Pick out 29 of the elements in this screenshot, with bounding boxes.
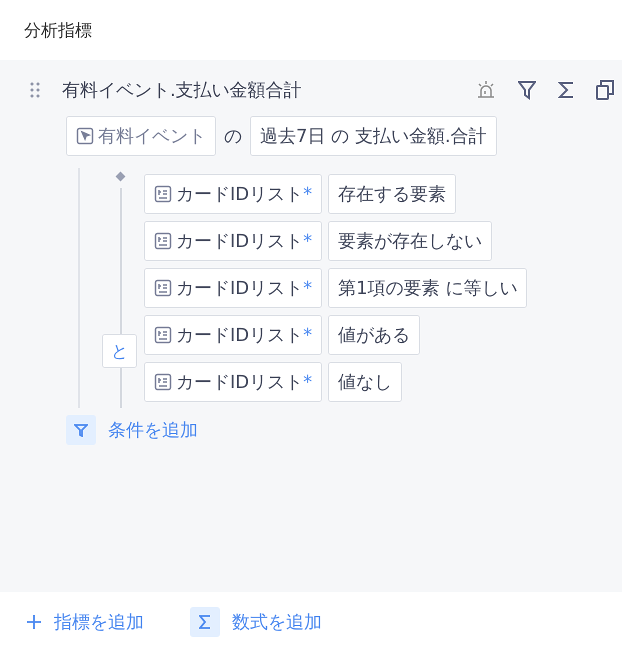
list-icon	[154, 373, 172, 391]
list-icon	[154, 326, 172, 344]
list-icon	[154, 279, 172, 297]
operator-selector[interactable]: 値がある	[328, 315, 420, 355]
measure-selector[interactable]: 過去7日 の 支払い金額.合計	[250, 116, 497, 156]
operator-selector[interactable]: 第1項の要素 に等しい	[328, 268, 528, 308]
list-icon	[154, 185, 172, 203]
joiner-text: の	[224, 125, 242, 148]
field-selector[interactable]: カードIDリスト*	[144, 315, 322, 355]
filter-icon[interactable]	[66, 415, 96, 445]
plus-icon[interactable]	[26, 614, 42, 630]
list-icon	[154, 232, 172, 250]
field-selector[interactable]: カードIDリスト*	[144, 268, 322, 308]
sigma-icon[interactable]	[190, 607, 220, 637]
operator-selector[interactable]: 要素が存在しない	[328, 221, 492, 261]
filter-icon[interactable]	[518, 80, 536, 100]
cursor-icon	[76, 127, 94, 145]
metric-title: 有料イベント.支払い金額合計	[62, 79, 303, 102]
alarm-icon[interactable]	[476, 80, 496, 100]
section-title: 分析指標	[23, 20, 93, 42]
drag-handle-icon[interactable]	[30, 82, 40, 98]
operator-selector[interactable]: 値なし	[328, 362, 402, 402]
field-selector[interactable]: カードIDリスト*	[144, 174, 322, 214]
operator-selector[interactable]: 存在する要素	[328, 174, 456, 214]
field-selector[interactable]: カードIDリスト*	[144, 221, 322, 261]
event-selector[interactable]: 有料イベント	[66, 116, 216, 156]
copy-icon[interactable]	[596, 80, 614, 100]
field-selector[interactable]: カードIDリスト*	[144, 362, 322, 402]
sigma-icon[interactable]	[558, 81, 574, 99]
